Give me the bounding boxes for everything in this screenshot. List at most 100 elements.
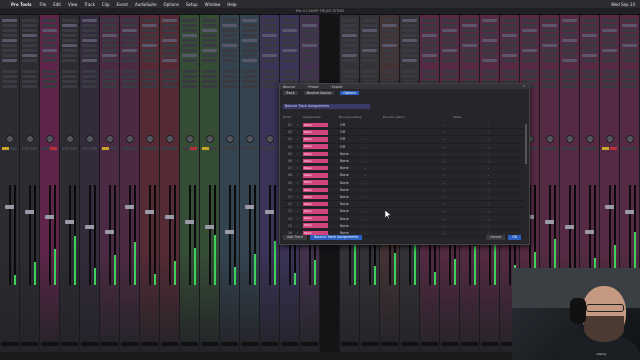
insert-slot[interactable] <box>582 44 598 47</box>
insert-slot[interactable] <box>502 44 518 47</box>
send-slot[interactable] <box>61 85 77 88</box>
insert-slot[interactable] <box>362 49 378 52</box>
insert-slot[interactable] <box>622 19 638 22</box>
insert-slot[interactable] <box>41 49 57 52</box>
send-slot[interactable] <box>422 70 438 73</box>
insert-slot[interactable] <box>402 49 418 52</box>
track-name-box[interactable] <box>140 342 158 346</box>
insert-slot[interactable] <box>81 34 97 37</box>
insert-slot[interactable] <box>422 29 438 32</box>
send-slot[interactable] <box>121 80 137 83</box>
assignment-tag[interactable]: Stem <box>303 158 328 164</box>
insert-slot[interactable] <box>41 19 57 22</box>
assignment-row[interactable]: 08 › Stem None ⌄ — ⌄ <box>283 172 524 180</box>
insert-slot[interactable] <box>181 54 197 57</box>
dropdown-arrow-icon[interactable]: ⌄ <box>487 195 495 199</box>
send-slot[interactable] <box>342 70 358 73</box>
track-name-box[interactable] <box>361 342 379 346</box>
insert-slot[interactable] <box>261 34 277 37</box>
insert-slot[interactable] <box>301 29 317 32</box>
insert-slot[interactable] <box>342 29 358 32</box>
insert-slot[interactable] <box>301 59 317 62</box>
dropdown-arrow-icon[interactable]: ⌄ <box>364 195 372 199</box>
solo-mute-buttons[interactable] <box>161 147 177 150</box>
bounce-setting[interactable]: Off <box>340 137 364 141</box>
insert-slot[interactable] <box>181 49 197 52</box>
bounce-setting[interactable]: None <box>340 159 364 163</box>
insert-slot[interactable] <box>41 29 57 32</box>
assignment-row[interactable]: 13 › Stem None ⌄ — ⌄ <box>283 208 524 216</box>
insert-slot[interactable] <box>281 44 297 47</box>
insert-slot[interactable] <box>342 54 358 57</box>
assignment-row[interactable]: 02 › Stem Off ⌄ — ⌄ <box>283 129 524 137</box>
insert-slot[interactable] <box>502 19 518 22</box>
send-slot[interactable] <box>121 75 137 78</box>
track-name-box[interactable] <box>401 342 419 346</box>
send-slot[interactable] <box>442 75 458 78</box>
send-slot[interactable] <box>41 70 57 73</box>
send-slot[interactable] <box>622 85 638 88</box>
insert-slot[interactable] <box>602 39 618 42</box>
insert-slot[interactable] <box>201 29 217 32</box>
send-slot[interactable] <box>602 70 618 73</box>
insert-slot[interactable] <box>21 44 37 47</box>
insert-slot[interactable] <box>442 44 458 47</box>
insert-slot[interactable] <box>562 44 578 47</box>
send-slot[interactable] <box>301 75 317 78</box>
insert-slot[interactable] <box>261 19 277 22</box>
insert-slot[interactable] <box>241 19 257 22</box>
insert-slot[interactable] <box>121 59 137 62</box>
dropdown-arrow-icon[interactable]: ⌄ <box>364 224 372 228</box>
send-slot[interactable] <box>2 70 17 73</box>
insert-slot[interactable] <box>342 24 358 27</box>
insert-slot[interactable] <box>562 24 578 27</box>
toolbar-bounce-source[interactable]: Bounce Source <box>303 91 335 95</box>
insert-slot[interactable] <box>622 34 638 37</box>
insert-slot[interactable] <box>542 29 558 32</box>
assignment-tag[interactable]: Stem <box>303 180 328 185</box>
solo-mute-buttons[interactable] <box>141 147 157 150</box>
insert-slot[interactable] <box>602 59 618 62</box>
mode-field[interactable]: — <box>442 137 487 141</box>
insert-slot[interactable] <box>201 54 217 57</box>
insert-slot[interactable] <box>462 44 478 47</box>
assignment-row[interactable]: 06 › Stem None ⌄ — ⌄ <box>283 158 524 166</box>
insert-slot[interactable] <box>442 39 458 42</box>
insert-slot[interactable] <box>402 34 418 37</box>
insert-slot[interactable] <box>602 44 618 47</box>
insert-slot[interactable] <box>462 59 478 62</box>
insert-slot[interactable] <box>221 44 237 47</box>
insert-slot[interactable] <box>41 24 57 27</box>
insert-slot[interactable] <box>101 39 117 42</box>
send-slot[interactable] <box>462 70 478 73</box>
insert-slot[interactable] <box>81 59 97 62</box>
send-slot[interactable] <box>61 80 77 83</box>
pan-knob[interactable] <box>105 135 114 143</box>
send-slot[interactable] <box>101 85 117 88</box>
track-name-box[interactable] <box>300 342 318 346</box>
insert-slot[interactable] <box>602 19 618 22</box>
insert-slot[interactable] <box>362 59 378 62</box>
insert-slot[interactable] <box>61 34 77 37</box>
send-slot[interactable] <box>81 80 97 83</box>
send-slot[interactable] <box>2 75 17 78</box>
insert-slot[interactable] <box>161 24 177 27</box>
insert-slot[interactable] <box>141 24 157 27</box>
dropdown-arrow-icon[interactable]: ⌄ <box>487 152 495 156</box>
mode-field[interactable]: — <box>442 202 487 206</box>
send-slot[interactable] <box>2 80 17 83</box>
send-slot[interactable] <box>201 85 217 88</box>
insert-slot[interactable] <box>382 59 398 62</box>
mode-field[interactable]: — <box>442 181 487 185</box>
insert-slot[interactable] <box>221 34 237 37</box>
insert-slot[interactable] <box>41 39 57 42</box>
insert-slot[interactable] <box>482 49 498 52</box>
insert-slot[interactable] <box>522 49 538 52</box>
insert-slot[interactable] <box>221 19 237 22</box>
insert-slot[interactable] <box>141 59 157 62</box>
insert-slot[interactable] <box>201 24 217 27</box>
dropdown-arrow-icon[interactable]: ⌄ <box>487 202 495 206</box>
dropdown-arrow-icon[interactable]: ⌄ <box>364 181 372 185</box>
insert-slot[interactable] <box>281 49 297 52</box>
insert-slot[interactable] <box>41 54 57 57</box>
